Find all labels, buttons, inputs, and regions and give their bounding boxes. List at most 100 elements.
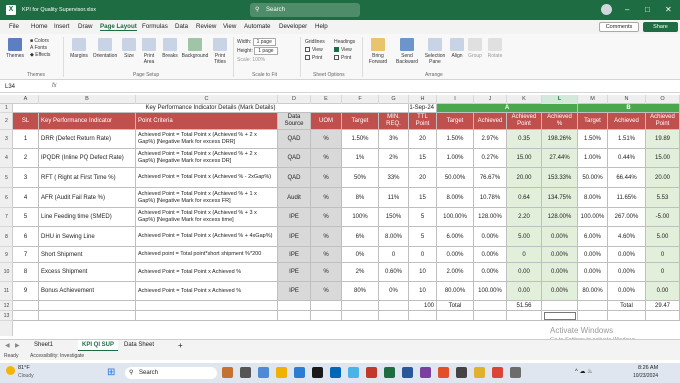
table-cell[interactable]: 0.00: [507, 282, 542, 301]
table-cell[interactable]: 1.50%: [578, 130, 608, 149]
menu-help[interactable]: Help: [315, 23, 328, 30]
size-button[interactable]: Size: [120, 38, 138, 59]
table-cell[interactable]: 7: [13, 247, 39, 263]
table-cell[interactable]: 3: [13, 168, 39, 188]
empty-cell[interactable]: [39, 311, 136, 321]
menu-review[interactable]: Review: [196, 23, 216, 30]
taskbar-app-icon[interactable]: [420, 367, 431, 378]
table-cell[interactable]: 100.00%: [578, 208, 608, 227]
table-cell[interactable]: 8.00%: [379, 227, 409, 247]
menu-developer[interactable]: Developer: [279, 23, 307, 30]
taskbar-app-icon[interactable]: [366, 367, 377, 378]
column-header-n[interactable]: N: [608, 95, 646, 104]
column-heading[interactable]: Achieved: [474, 113, 507, 130]
total-point[interactable]: 100: [409, 301, 437, 311]
table-cell[interactable]: 0.44%: [608, 149, 646, 168]
empty-cell[interactable]: [578, 311, 608, 321]
empty-cell[interactable]: [646, 311, 680, 321]
column-header-k[interactable]: K: [507, 95, 542, 104]
next-sheet-icon[interactable]: ▶: [15, 342, 20, 349]
sheet-title[interactable]: Key Performance Indicator Details (Mark …: [13, 104, 409, 113]
table-cell[interactable]: 2.97%: [474, 130, 507, 149]
search-box[interactable]: ⚲ Search: [250, 3, 360, 17]
table-cell[interactable]: 5.00: [646, 227, 680, 247]
table-cell[interactable]: IPE: [278, 208, 311, 227]
tray-icons[interactable]: ^ ☁ ♨: [575, 368, 593, 375]
taskbar-app-icon[interactable]: [474, 367, 485, 378]
table-cell[interactable]: Short Shipment: [39, 247, 136, 263]
table-cell[interactable]: 0: [409, 247, 437, 263]
table-cell[interactable]: 0.35: [507, 130, 542, 149]
table-cell[interactable]: 6.00%: [437, 227, 474, 247]
empty-cell[interactable]: [507, 311, 542, 321]
table-cell[interactable]: RFT ( Right at First Time %): [39, 168, 136, 188]
table-cell[interactable]: 0.00%: [542, 282, 578, 301]
column-heading[interactable]: Key Performance Indicator: [39, 113, 136, 130]
minimize-icon[interactable]: –: [625, 5, 629, 14]
table-cell[interactable]: 5.53: [646, 188, 680, 208]
column-header-f[interactable]: F: [342, 95, 379, 104]
column-header-g[interactable]: G: [379, 95, 409, 104]
table-cell[interactable]: Excess Shipment: [39, 263, 136, 282]
total-label-a[interactable]: Total: [437, 301, 474, 311]
table-cell[interactable]: DHU in Sewing Line: [39, 227, 136, 247]
table-cell[interactable]: 1: [13, 130, 39, 149]
table-cell[interactable]: 0.00%: [542, 247, 578, 263]
table-cell[interactable]: 0: [379, 247, 409, 263]
name-box[interactable]: L34: [3, 83, 43, 92]
table-cell[interactable]: 5: [13, 208, 39, 227]
file-explorer-icon[interactable]: [276, 367, 287, 378]
table-cell[interactable]: 100%: [342, 208, 379, 227]
table-cell[interactable]: %: [311, 263, 342, 282]
column-heading[interactable]: SL: [13, 113, 39, 130]
row-header-5[interactable]: 5: [0, 168, 13, 188]
table-cell[interactable]: 10: [409, 263, 437, 282]
table-cell[interactable]: 1.51%: [608, 130, 646, 149]
table-cell[interactable]: 0.00%: [474, 263, 507, 282]
sheet-tab-sheet1[interactable]: Sheet1: [34, 342, 53, 348]
maximize-icon[interactable]: □: [645, 5, 650, 14]
table-cell[interactable]: 5.00: [507, 227, 542, 247]
table-cell[interactable]: [311, 301, 342, 311]
row-header-2[interactable]: 2: [0, 113, 13, 130]
table-cell[interactable]: 11.65%: [608, 188, 646, 208]
empty-cell[interactable]: [474, 311, 507, 321]
table-cell[interactable]: 134.75%: [542, 188, 578, 208]
orientation-button[interactable]: Orientation: [91, 38, 119, 59]
table-cell[interactable]: 0.00%: [474, 227, 507, 247]
table-cell[interactable]: Achieved Point = Total Point x Achieved …: [136, 263, 278, 282]
table-cell[interactable]: 10.78%: [474, 188, 507, 208]
align-button[interactable]: Align: [449, 38, 465, 59]
table-cell[interactable]: 0.00%: [578, 263, 608, 282]
table-cell[interactable]: Achieved Point = Total Point x Achieved …: [136, 282, 278, 301]
table-cell[interactable]: 0.00%: [542, 263, 578, 282]
row-header-11[interactable]: 11: [0, 282, 13, 301]
row-header-4[interactable]: 4: [0, 149, 13, 168]
table-cell[interactable]: 80.00%: [437, 282, 474, 301]
sheet-tab-data-sheet[interactable]: Data Sheet: [124, 342, 154, 348]
avatar[interactable]: [601, 4, 612, 15]
table-cell[interactable]: 0.00: [507, 263, 542, 282]
table-cell[interactable]: -5.00: [646, 208, 680, 227]
taskbar-search[interactable]: ⚲ Search: [125, 367, 217, 379]
table-cell[interactable]: %: [311, 208, 342, 227]
table-cell[interactable]: 0.64: [507, 188, 542, 208]
table-cell[interactable]: 8: [13, 263, 39, 282]
table-cell[interactable]: 0: [646, 247, 680, 263]
table-cell[interactable]: 20.00: [646, 168, 680, 188]
column-header-h[interactable]: H: [409, 95, 437, 104]
taskbar-app-icon[interactable]: [438, 367, 449, 378]
taskbar-app-icon[interactable]: [222, 367, 233, 378]
menu-file[interactable]: File: [9, 23, 19, 30]
table-cell[interactable]: 150%: [379, 208, 409, 227]
table-cell[interactable]: %: [311, 188, 342, 208]
row-header-10[interactable]: 10: [0, 263, 13, 282]
fonts-button[interactable]: A Fonts: [30, 45, 50, 52]
total-value-b[interactable]: 29.47: [646, 301, 680, 311]
breaks-button[interactable]: Breaks: [160, 38, 180, 59]
store-icon[interactable]: [330, 367, 341, 378]
table-cell[interactable]: 10: [409, 282, 437, 301]
rotate-button[interactable]: Rotate: [486, 38, 504, 59]
table-cell[interactable]: 0.00%: [608, 247, 646, 263]
table-cell[interactable]: QAD: [278, 149, 311, 168]
